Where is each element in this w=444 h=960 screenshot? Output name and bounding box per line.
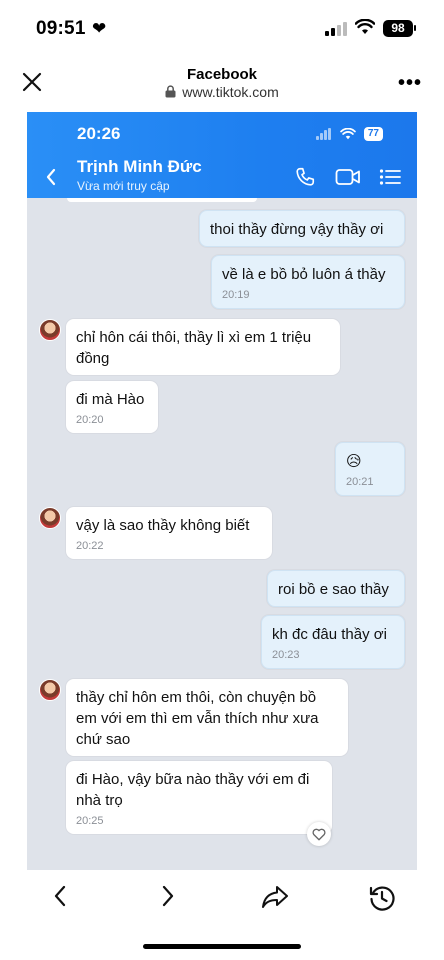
contact-name[interactable]: Trịnh Minh Đức [77,157,202,177]
chat-wifi-icon [340,128,356,140]
message-bubble[interactable]: kh đc đâu thầy ơi 20:23 [261,615,405,669]
message-time: 20:23 [272,649,300,661]
chat-signal-icon [315,128,332,140]
avatar[interactable] [39,507,61,529]
message-bubble[interactable]: 😥 20:21 [335,442,405,496]
message-text: thầy chỉ hôn em thôi, còn chuyện bồ em v… [76,689,319,748]
status-time: 09:51 [36,18,86,39]
lock-icon [165,85,176,98]
chevron-left-icon[interactable] [52,884,68,908]
back-arrow-icon[interactable] [45,168,57,186]
message-text: vậy là sao thầy không biết [76,517,250,534]
contact-status: Vừa mới truy cập [77,179,170,193]
message-time: 20:21 [346,476,374,488]
heart-reaction-button[interactable] [307,822,331,846]
chat-screenshot: 20:26 77 Trịnh Minh Đức Vừa mới truy cập [27,112,417,870]
message-text: thoi thầy đừng vậy thầy ơi [210,221,384,238]
history-icon[interactable] [368,884,396,912]
phone-icon[interactable] [294,166,316,188]
avatar[interactable] [39,679,61,701]
message-bubble[interactable]: đi Hào, vậy bữa nào thầy với em đi nhà t… [66,761,332,834]
message-text: chỉ hôn cái thôi, thầy lì xì em 1 triệu … [76,329,312,367]
status-bar: 09:51 ❤ 98 [0,0,444,58]
message-bubble[interactable]: về là e bồ bỏ luôn á thầy 20:19 [211,255,405,309]
browser-title: Facebook [186,66,258,83]
message-bubble[interactable]: thoi thầy đừng vậy thầy ơi [199,210,405,247]
message-text: roi bồ e sao thầy [278,581,389,598]
message-bubble[interactable]: đi mà Hào 20:20 [66,381,158,433]
message-text: kh đc đâu thầy ơi [272,626,387,643]
message-time: 20:20 [76,414,104,426]
message-text: về là e bồ bỏ luôn á thầy [222,266,386,283]
message-time: 20:19 [222,289,250,301]
wifi-icon [355,19,375,34]
message-text: đi mà Hào [76,391,145,408]
message-bubble[interactable]: thầy chỉ hôn em thôi, còn chuyện bồ em v… [66,679,348,756]
heart-status-icon: ❤ [92,19,107,38]
signal-icon [325,22,347,36]
message-time: 20:25 [76,815,104,827]
message-bubble[interactable]: roi bồ e sao thầy [267,570,405,607]
more-icon[interactable]: ••• [398,72,422,95]
message-list: thoi thầy đừng vậy thầy ơi về là e bồ bỏ… [27,198,417,870]
message-bubble[interactable]: chỉ hôn cái thôi, thầy lì xì em 1 triệu … [66,319,340,375]
chevron-right-icon[interactable] [160,884,176,908]
message-text: đi Hào, vậy bữa nào thầy với em đi nhà t… [76,771,310,809]
list-menu-icon[interactable] [379,168,401,186]
browser-toolbar [0,872,444,922]
message-time: 20:22 [76,540,104,552]
chat-header: 20:26 77 Trịnh Minh Đức Vừa mới truy cập [27,112,417,198]
message-text: 😥 [346,453,362,470]
home-indicator[interactable] [143,944,301,949]
browser-header: Facebook www.tiktok.com ••• [0,58,444,110]
browser-url: www.tiktok.com [0,84,444,100]
url-text: www.tiktok.com [182,84,279,100]
video-call-icon[interactable] [335,167,361,187]
avatar[interactable] [39,319,61,341]
heart-icon [312,828,326,840]
chat-battery: 77 [363,127,383,141]
share-icon[interactable] [260,884,290,910]
battery-indicator: 98 [383,20,416,37]
chat-status-time: 20:26 [77,124,121,143]
message-bubble[interactable]: vậy là sao thầy không biết 20:22 [66,507,272,559]
chat-status-icons: 77 [315,127,383,141]
